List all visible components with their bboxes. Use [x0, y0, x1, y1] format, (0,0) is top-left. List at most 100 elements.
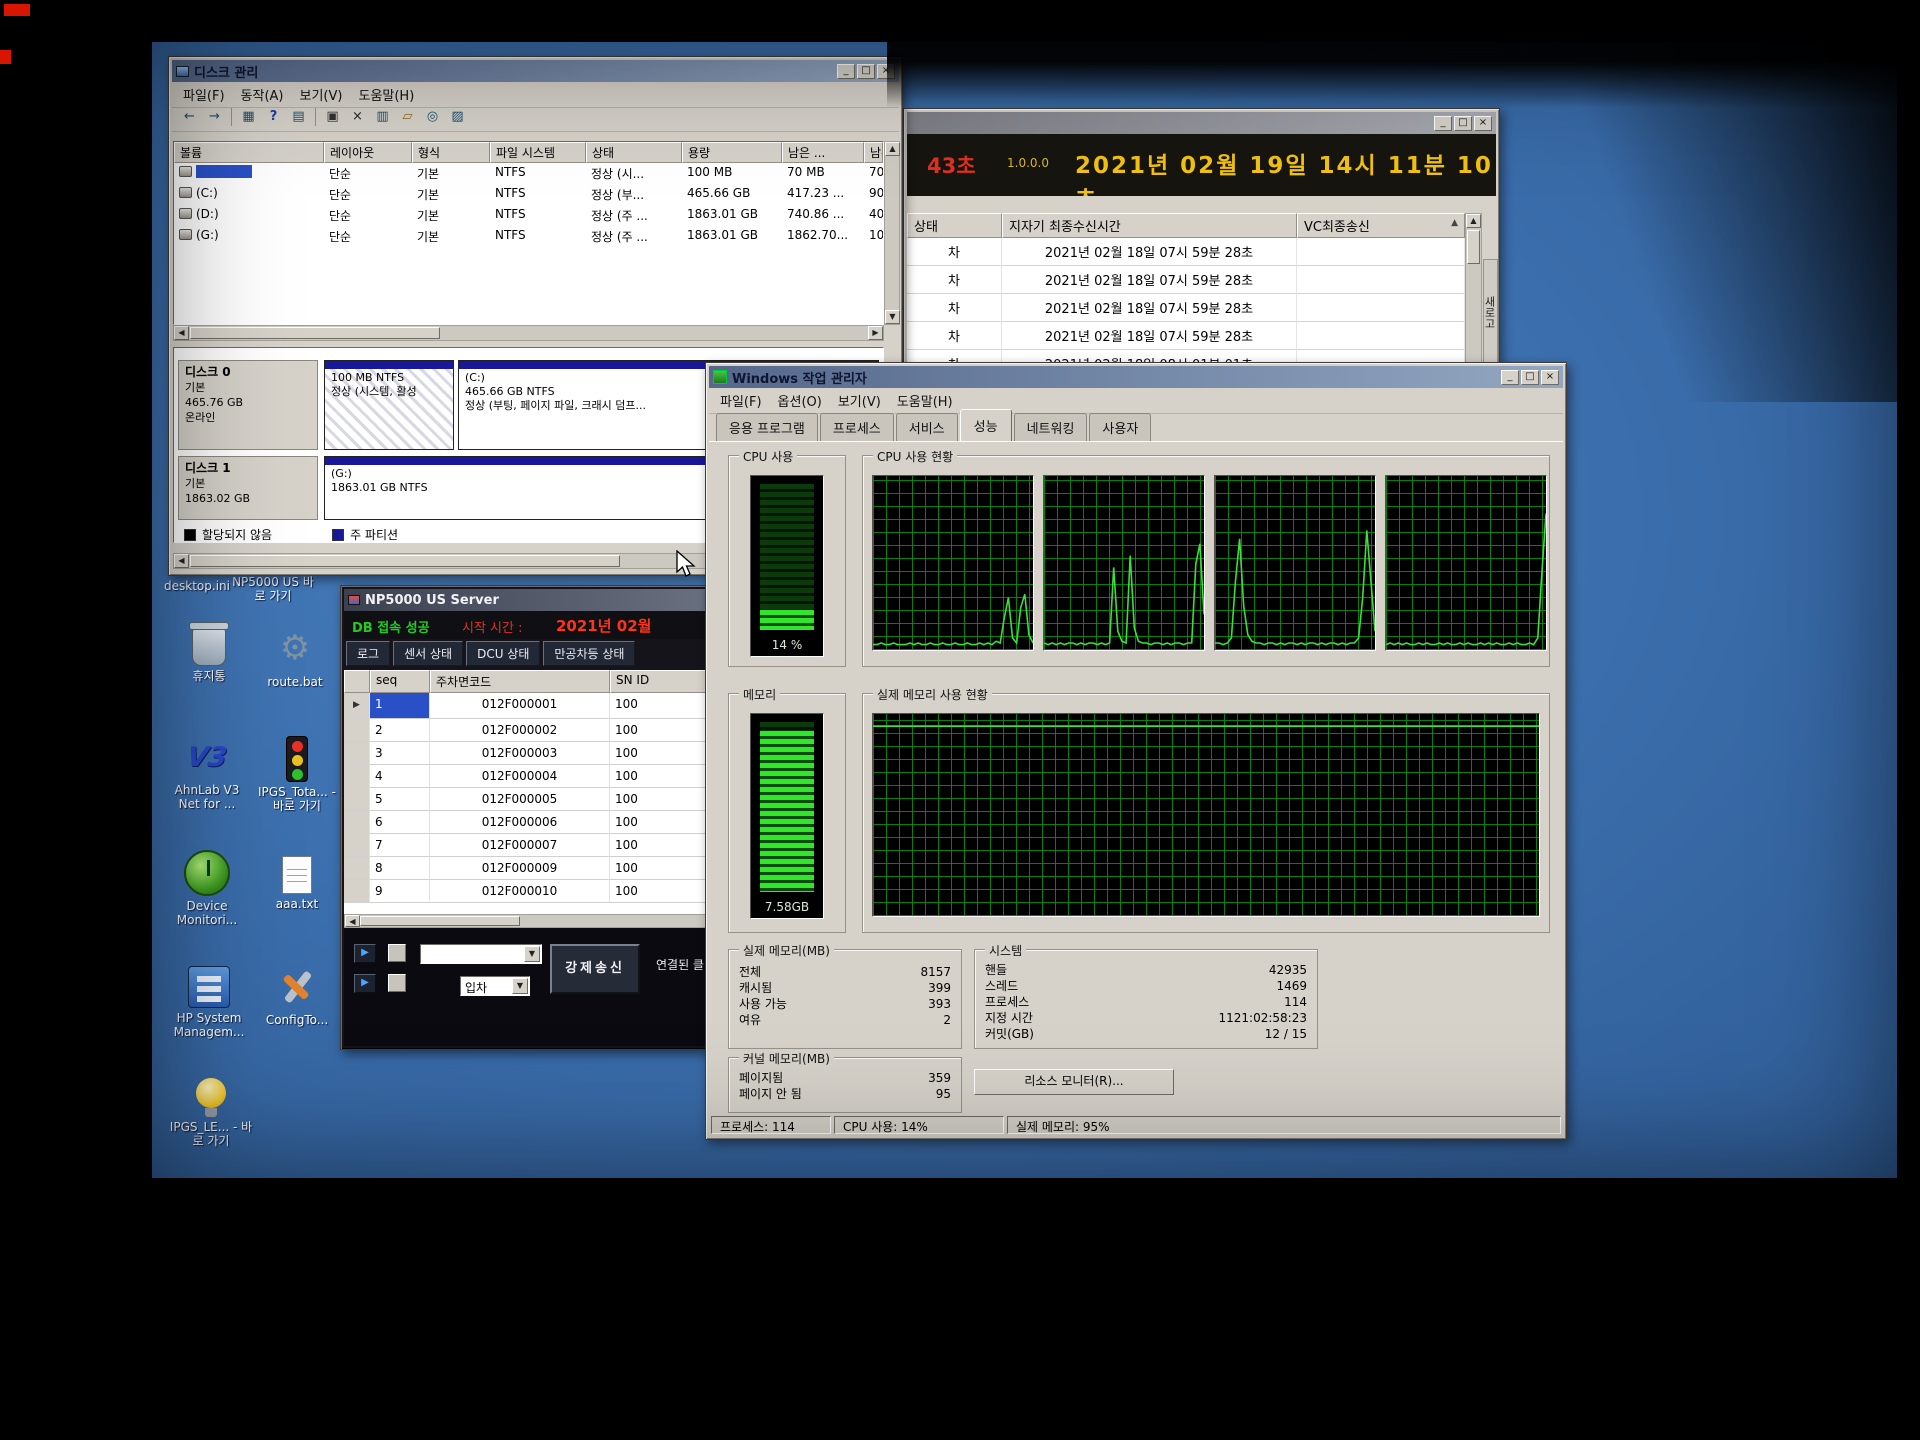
scroll-up-button[interactable]: ▲ [885, 142, 900, 156]
close-button[interactable]: × [877, 64, 895, 79]
resource-monitor-button[interactable]: 리소스 모니터(R)... [974, 1069, 1174, 1095]
console-tree-icon[interactable]: ▦ [237, 106, 260, 128]
stop-button[interactable] [388, 974, 406, 992]
menu-view[interactable]: 보기(V) [831, 390, 888, 411]
desktop-icon-ipgs-total[interactable]: IPGS_Tota... - 바로 가기 [254, 736, 340, 813]
find-icon[interactable]: ◎ [421, 106, 444, 128]
entry-dropdown[interactable]: 입차 ▼ [460, 976, 530, 996]
stop-button[interactable] [388, 944, 406, 962]
column-header[interactable]: 남은 [864, 142, 883, 163]
maximize-button[interactable]: □ [857, 64, 875, 79]
properties-icon[interactable]: ▥ [371, 106, 394, 128]
delete-icon[interactable]: × [346, 106, 369, 128]
minimize-button[interactable]: _ [837, 64, 855, 79]
column-header[interactable]: 상태 [907, 213, 1002, 238]
select-dropdown[interactable]: ▼ [420, 944, 542, 964]
title-bar[interactable]: Windows 작업 관리자 _ □ × [709, 366, 1563, 388]
volume-row[interactable]: (G:) 단순기본 NTFS정상 (주 ... 1863.01 GB1862.7… [174, 226, 883, 247]
chevron-down-icon[interactable]: ▼ [524, 946, 540, 962]
column-header[interactable]: 남은 ... [782, 142, 864, 163]
tab-dcu-status[interactable]: DCU 상태 [466, 641, 540, 666]
scrollbar-thumb[interactable] [190, 555, 620, 567]
back-icon[interactable]: ← [178, 106, 201, 128]
column-header[interactable]: 주차면코드 [430, 670, 610, 693]
desktop-icon-desktop-ini[interactable]: desktop.ini [154, 576, 240, 593]
chevron-down-icon[interactable]: ▼ [512, 978, 528, 994]
maximize-button[interactable]: □ [1521, 370, 1539, 385]
desktop-icon-recycle-bin[interactable]: 휴지통 [166, 626, 252, 683]
desktop-icon-configto[interactable]: ConfigTo... [254, 966, 340, 1027]
scroll-down-button[interactable]: ▼ [885, 310, 900, 324]
scrollbar-thumb[interactable] [360, 916, 520, 926]
minimize-button[interactable]: _ [1434, 116, 1452, 131]
scroll-up-button[interactable]: ▲ [1466, 214, 1481, 228]
scroll-left-button[interactable]: ◀ [345, 915, 360, 927]
list-view-icon[interactable]: ▤ [287, 106, 310, 128]
action-icon[interactable]: ▣ [321, 106, 344, 128]
desktop-icon-ipgs-le[interactable]: IPGS_LE... - 바로 가기 [168, 1078, 254, 1148]
column-header[interactable]: 레이아웃 [324, 142, 412, 163]
column-header[interactable]: 용량 [682, 142, 782, 163]
volume-row[interactable]: (D:) 단순기본 NTFS정상 (주 ... 1863.01 GB740.86… [174, 205, 883, 226]
open-folder-icon[interactable]: ▱ [396, 106, 419, 128]
tab-services[interactable]: 서비스 [896, 413, 958, 441]
disk1-label[interactable]: 디스크 1 기본 1863.02 GB [178, 456, 318, 520]
maximize-button[interactable]: □ [1454, 116, 1472, 131]
table-row[interactable]: 차2021년 02월 18일 07시 59분 28초 [907, 266, 1465, 294]
vertical-scrollbar[interactable]: ▲ [1465, 213, 1482, 365]
scroll-right-button[interactable]: ▶ [868, 326, 883, 340]
tab-log[interactable]: 로그 [346, 641, 390, 666]
menu-action[interactable]: 동작(A) [234, 84, 291, 105]
tab-applications[interactable]: 응용 프로그램 [716, 413, 818, 441]
scrollbar-thumb[interactable] [1467, 230, 1480, 264]
force-send-button[interactable]: 강제송신 [550, 944, 640, 994]
tab-performance[interactable]: 성능 [960, 409, 1012, 441]
tab-sensor-status[interactable]: 센서 상태 [393, 641, 463, 666]
desktop-icon-device-monitoring[interactable]: Device Monitori... [164, 850, 250, 927]
column-header[interactable]: 형식 [412, 142, 490, 163]
scroll-left-button[interactable]: ◀ [174, 326, 189, 340]
close-button[interactable]: × [1541, 370, 1559, 385]
help-icon[interactable]: ? [262, 106, 285, 128]
menu-help[interactable]: 도움말(H) [890, 390, 960, 411]
desktop-icon-np5000-shortcut[interactable]: NP5000 US 바로 가기 [230, 572, 316, 603]
start-button[interactable]: ▶ [354, 944, 376, 963]
table-row[interactable]: 차2021년 02월 18일 07시 59분 28초 [907, 322, 1465, 350]
tab-users[interactable]: 사용자 [1089, 413, 1151, 441]
menu-help[interactable]: 도움말(H) [351, 84, 421, 105]
title-bar[interactable]: 디스크 관리 _ □ × [172, 60, 899, 82]
title-bar[interactable]: NP5000 US Server [344, 589, 766, 611]
volume-row[interactable]: 단순기본 NTFS정상 (시... 100 MB70 MB 70 % [174, 163, 883, 184]
table-row[interactable]: 차2021년 02월 18일 07시 59분 28초 [907, 238, 1465, 266]
vertical-scrollbar[interactable]: ▲ ▼ [884, 141, 900, 325]
desktop-icon-route-bat[interactable]: ⚙ route.bat [252, 628, 338, 689]
scroll-left-button[interactable]: ◀ [174, 554, 189, 568]
table-row[interactable]: 차2021년 02월 18일 07시 59분 28초 [907, 294, 1465, 322]
partition-system[interactable]: 100 MB NTFS 정상 (시스템, 활성 [324, 360, 454, 450]
horizontal-scrollbar[interactable]: ◀ ▶ [173, 325, 884, 341]
close-button[interactable]: × [1474, 116, 1492, 131]
title-bar[interactable]: _ □ × [907, 112, 1496, 134]
desktop-icon-ahnlab-v3[interactable]: V3 AhnLab V3 Net for ... [164, 736, 250, 811]
desktop-icon-aaa-txt[interactable]: aaa.txt [254, 856, 340, 911]
minimize-button[interactable]: _ [1501, 370, 1519, 385]
tab-processes[interactable]: 프로세스 [820, 413, 894, 441]
forward-icon[interactable]: → [203, 106, 226, 128]
column-header[interactable]: 파일 시스템 [490, 142, 586, 163]
refresh-side-button[interactable]: 새로고 [1483, 259, 1498, 365]
column-header[interactable]: 볼륨 [174, 142, 324, 163]
menu-file[interactable]: 파일(F) [176, 84, 232, 105]
desktop-icon-hp-system[interactable]: HP System Managem... [166, 966, 252, 1039]
tab-full-empty-light[interactable]: 만공차등 상태 [543, 641, 635, 666]
volume-row[interactable]: (C:) 단순기본 NTFS정상 (부... 465.66 GB417.23 .… [174, 184, 883, 205]
column-header[interactable]: 지자기 최종수신시간 [1002, 213, 1297, 238]
start-button[interactable]: ▶ [354, 974, 376, 993]
graph-view-icon[interactable]: ▨ [446, 106, 469, 128]
menu-view[interactable]: 보기(V) [293, 84, 350, 105]
disk0-label[interactable]: 디스크 0 기본 465.76 GB 온라인 [178, 360, 318, 450]
column-header[interactable]: seq [370, 670, 430, 693]
tab-networking[interactable]: 네트워킹 [1014, 413, 1088, 441]
column-header[interactable]: VC최종송신 ▲ [1297, 213, 1465, 238]
menu-options[interactable]: 옵션(O) [771, 390, 829, 411]
column-header[interactable]: 상태 [586, 142, 682, 163]
